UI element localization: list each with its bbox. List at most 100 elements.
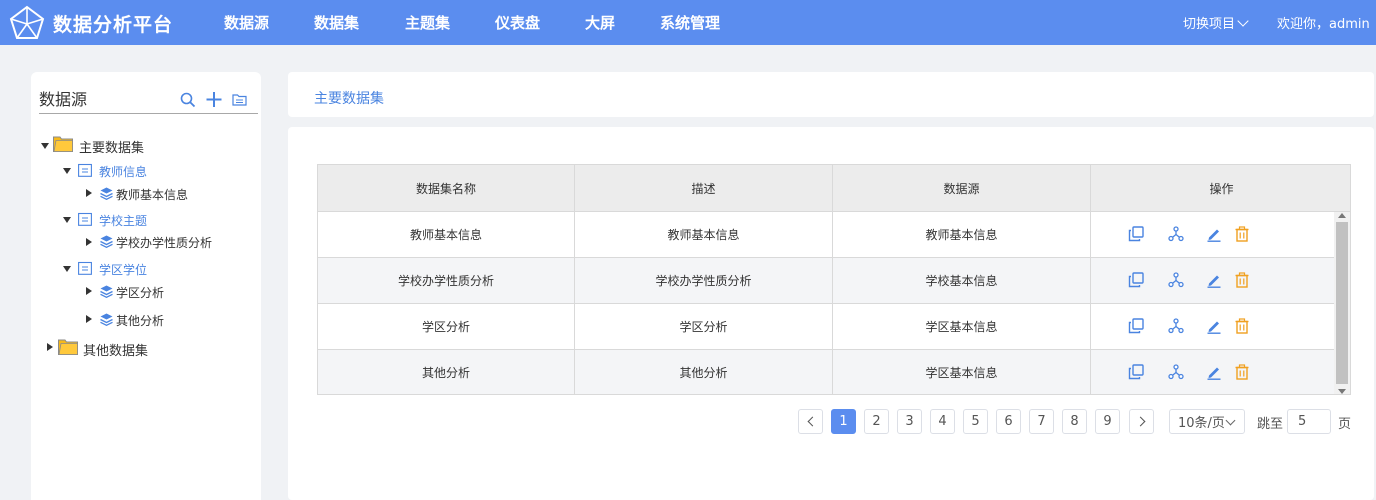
- scroll-up-icon[interactable]: [1338, 213, 1346, 218]
- top-nav-bar: 数据分析平台 数据源 数据集 主题集 仪表盘 大屏 系统管理 切换项目 欢迎你，…: [0, 0, 1376, 45]
- jump-label: 跳至: [1257, 417, 1284, 432]
- prev-page-button[interactable]: [798, 409, 823, 434]
- page-button-6[interactable]: 6: [996, 409, 1021, 434]
- tree-label: 其他数据集: [83, 344, 149, 359]
- copy-icon[interactable]: [1128, 364, 1144, 380]
- nav-item-system[interactable]: 系统管理: [660, 12, 720, 33]
- jump-page-input[interactable]: [1287, 409, 1331, 434]
- page-size-value: 10条/页: [1178, 416, 1225, 431]
- cell-name: 学区分析: [318, 304, 575, 349]
- page-button-2[interactable]: 2: [864, 409, 889, 434]
- scroll-down-icon[interactable]: [1338, 389, 1346, 394]
- cell-name: 学校办学性质分析: [318, 258, 575, 303]
- folder-icon: [53, 136, 73, 152]
- chevron-down-icon: [1237, 15, 1249, 27]
- edit-icon[interactable]: [1206, 364, 1222, 380]
- cell-actions: [1090, 212, 1334, 257]
- cell-actions: [1090, 350, 1334, 394]
- switch-project-label: 切换项目: [1183, 17, 1236, 32]
- dataset-table: 数据集名称 描述 数据源 操作 教师基本信息 教师基本信息 教师基本信息 学校办学性质…: [317, 164, 1351, 395]
- cell-datasource: 学校基本信息: [833, 258, 1091, 303]
- cell-name: 其他分析: [318, 350, 575, 394]
- delete-icon[interactable]: [1234, 272, 1250, 288]
- cell-datasource: 教师基本信息: [833, 212, 1091, 257]
- plus-icon[interactable]: [206, 91, 222, 108]
- caret-down-icon[interactable]: [63, 266, 71, 272]
- column-header-description: 描述: [575, 165, 833, 211]
- share-icon[interactable]: [1168, 226, 1184, 242]
- caret-right-icon[interactable]: [47, 343, 53, 351]
- copy-icon[interactable]: [1128, 318, 1144, 334]
- copy-icon[interactable]: [1128, 272, 1144, 288]
- delete-icon[interactable]: [1234, 318, 1250, 334]
- chevron-left-icon: [807, 416, 817, 427]
- page-button-4[interactable]: 4: [930, 409, 955, 434]
- page-title: 主要数据集: [314, 91, 384, 107]
- nav-item-topic[interactable]: 主题集: [405, 12, 450, 33]
- tree-label: 教师基本信息: [116, 188, 189, 202]
- caret-down-icon[interactable]: [63, 217, 71, 223]
- share-icon[interactable]: [1168, 318, 1184, 334]
- nav-item-dataset[interactable]: 数据集: [314, 12, 359, 33]
- delete-icon[interactable]: [1234, 364, 1250, 380]
- caret-down-icon[interactable]: [63, 168, 71, 174]
- tree-label: 学校办学性质分析: [116, 236, 213, 250]
- edit-icon[interactable]: [1206, 272, 1222, 288]
- page-button-3[interactable]: 3: [897, 409, 922, 434]
- share-icon[interactable]: [1168, 272, 1184, 288]
- column-header-actions: 操作: [1209, 181, 1234, 196]
- switch-project-button[interactable]: 切换项目: [1183, 13, 1249, 32]
- scroll-thumb[interactable]: [1336, 222, 1348, 384]
- caret-right-icon[interactable]: [86, 238, 92, 246]
- logo-icon: [9, 5, 45, 39]
- cell-description: 学区分析: [575, 304, 833, 349]
- table-row: 学区分析 学区分析 学区基本信息: [318, 304, 1334, 350]
- caret-right-icon[interactable]: [86, 189, 92, 197]
- sidebar: 数据源 主要数据集 教师信息 教师基本信息 学校主题 学校办学性质分析 学区学位…: [31, 72, 261, 500]
- table-row: 教师基本信息 教师基本信息 教师基本信息: [318, 212, 1334, 258]
- document-icon: [78, 163, 92, 177]
- table-scrollbar[interactable]: [1334, 212, 1350, 394]
- copy-icon[interactable]: [1128, 226, 1144, 242]
- tree-label: 学区学位: [99, 263, 148, 277]
- cell-datasource: 学区基本信息: [833, 304, 1091, 349]
- edit-icon[interactable]: [1206, 318, 1222, 334]
- folder-outline-icon[interactable]: [232, 93, 247, 106]
- caret-down-icon[interactable]: [41, 143, 49, 149]
- layers-icon: [100, 187, 113, 200]
- page-button-5[interactable]: 5: [963, 409, 988, 434]
- tree-label: 其他分析: [116, 314, 165, 328]
- cell-name: 教师基本信息: [318, 212, 575, 257]
- layers-icon: [100, 235, 113, 248]
- page-button-9[interactable]: 9: [1095, 409, 1120, 434]
- next-page-button[interactable]: [1129, 409, 1154, 434]
- caret-right-icon[interactable]: [86, 287, 92, 295]
- cell-description: 学校办学性质分析: [575, 258, 833, 303]
- nav-item-dashboard[interactable]: 仪表盘: [495, 12, 540, 33]
- content-header: 主要数据集: [288, 72, 1374, 117]
- folder-icon: [58, 339, 78, 355]
- document-icon: [78, 212, 92, 226]
- page-size-select[interactable]: 10条/页: [1169, 409, 1245, 434]
- share-icon[interactable]: [1168, 364, 1184, 380]
- edit-icon[interactable]: [1206, 226, 1222, 242]
- tree-label: 主要数据集: [79, 141, 145, 156]
- table-row: 学校办学性质分析 学校办学性质分析 学校基本信息: [318, 258, 1334, 304]
- page-button-8[interactable]: 8: [1062, 409, 1087, 434]
- tree-label: 学校主题: [99, 214, 148, 228]
- delete-icon[interactable]: [1234, 226, 1250, 242]
- layers-icon: [100, 313, 113, 326]
- nav-item-bigscreen[interactable]: 大屏: [585, 12, 615, 33]
- cell-actions: [1090, 304, 1334, 349]
- search-icon[interactable]: [180, 92, 196, 108]
- caret-right-icon[interactable]: [86, 315, 92, 323]
- page-button-1[interactable]: 1: [831, 409, 856, 434]
- app-title: 数据分析平台: [53, 14, 174, 36]
- chevron-right-icon: [1135, 416, 1145, 427]
- page-unit-label: 页: [1338, 417, 1352, 432]
- nav-item-datasource[interactable]: 数据源: [224, 12, 269, 33]
- table-row: 其他分析 其他分析 学区基本信息: [318, 350, 1334, 394]
- page-button-7[interactable]: 7: [1029, 409, 1054, 434]
- cell-description: 其他分析: [575, 350, 833, 394]
- document-icon: [78, 261, 92, 275]
